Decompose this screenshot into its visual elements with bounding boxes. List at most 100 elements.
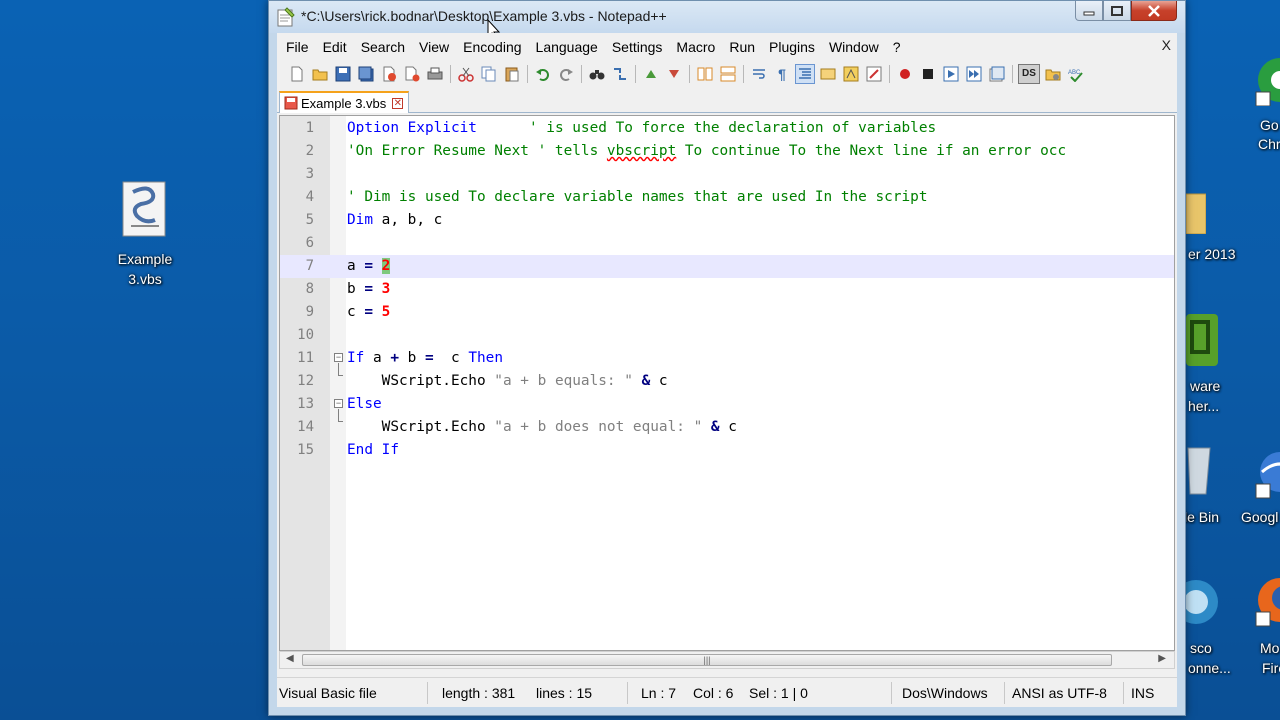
function-list-button[interactable] xyxy=(864,64,884,84)
menu-encoding[interactable]: Encoding xyxy=(456,33,528,61)
open-file-button[interactable] xyxy=(310,64,330,84)
code-line[interactable]: 11 If a + b = c Then xyxy=(280,347,1174,370)
code-text: WScript.Echo "a + b equals: " & c xyxy=(347,370,668,393)
recycle-bin-icon[interactable] xyxy=(1186,440,1214,496)
show-all-chars-button[interactable]: ¶ xyxy=(772,64,792,84)
menu-window[interactable]: Window xyxy=(822,33,886,61)
code-token: b xyxy=(347,281,365,297)
scroll-right-icon[interactable]: ▶ xyxy=(1158,653,1166,664)
word-wrap-button[interactable] xyxy=(749,64,769,84)
code-line[interactable]: 5 Dim a, b, c xyxy=(280,209,1174,232)
paste-button[interactable] xyxy=(502,64,522,84)
code-line[interactable]: 12 WScript.Echo "a + b equals: " & c xyxy=(280,370,1174,393)
play-macro-button[interactable] xyxy=(941,64,961,84)
close-button[interactable] xyxy=(1131,1,1177,21)
plugin-folder-button[interactable] xyxy=(1043,64,1063,84)
code-line[interactable]: 3 xyxy=(280,163,1174,186)
stop-macro-button[interactable] xyxy=(918,64,938,84)
menu-language[interactable]: Language xyxy=(529,33,605,61)
zoom-out-button[interactable] xyxy=(664,64,684,84)
code-area[interactable]: 1 Option Explicit ' is used To force the … xyxy=(280,116,1174,650)
undo-button[interactable] xyxy=(533,64,553,84)
code-token: a, b, c xyxy=(373,212,443,228)
chrome-icon[interactable] xyxy=(1254,56,1280,106)
binoculars-icon xyxy=(589,70,605,80)
replace-button[interactable] xyxy=(610,64,630,84)
record-macro-button[interactable] xyxy=(895,64,915,84)
close-file-button[interactable] xyxy=(379,64,399,84)
udl-button[interactable] xyxy=(818,64,838,84)
code-text: End If xyxy=(347,439,399,462)
fold-collapse-icon[interactable]: − xyxy=(334,353,343,362)
code-line[interactable]: 15 End If xyxy=(280,439,1174,462)
tab-example-3-vbs[interactable]: Example 3.vbs ✕ xyxy=(279,91,409,113)
status-lines: lines : 15 xyxy=(536,685,593,701)
cisco-icon[interactable] xyxy=(1186,572,1220,632)
google-earth-icon[interactable] xyxy=(1254,448,1280,504)
find-button[interactable] xyxy=(587,64,607,84)
save-macro-button[interactable] xyxy=(987,64,1007,84)
code-line[interactable]: 1 Option Explicit ' is used To force the … xyxy=(280,117,1174,140)
scroll-left-icon[interactable]: ◀ xyxy=(286,653,294,664)
code-line[interactable]: 6 xyxy=(280,232,1174,255)
code-line[interactable]: 10 xyxy=(280,324,1174,347)
code-text: ' Dim is used To declare variable names … xyxy=(347,186,927,209)
save-all-button[interactable] xyxy=(356,64,376,84)
code-line[interactable]: 8 b = 3 xyxy=(280,278,1174,301)
print-button[interactable] xyxy=(425,64,445,84)
vmware-icon[interactable] xyxy=(1186,312,1220,368)
menu-file[interactable]: File xyxy=(279,33,316,61)
desktop-label-chrome-1: Go xyxy=(1260,117,1279,133)
title-bar[interactable]: *C:\Users\rick.bodnar\Desktop\Example 3.… xyxy=(269,1,1185,41)
zoom-in-icon xyxy=(646,70,656,78)
spell-check-icon: ABC xyxy=(1068,70,1083,82)
code-token: vbscript xyxy=(606,143,677,159)
new-file-button[interactable] xyxy=(287,64,307,84)
code-editor[interactable]: 1 Option Explicit ' is used To force the … xyxy=(279,115,1175,651)
folder-icon[interactable] xyxy=(1186,186,1206,234)
indent-guide-button[interactable] xyxy=(795,64,815,84)
horizontal-scrollbar[interactable]: ◀ ||| ▶ xyxy=(279,651,1175,669)
menu-search[interactable]: Search xyxy=(354,33,412,61)
menu-view[interactable]: View xyxy=(412,33,456,61)
menu-macro[interactable]: Macro xyxy=(669,33,722,61)
code-line[interactable]: 4 ' Dim is used To declare variable names… xyxy=(280,186,1174,209)
close-document-button[interactable]: X xyxy=(1162,37,1171,53)
code-line[interactable]: 14 WScript.Echo "a + b does not equal: "… xyxy=(280,416,1174,439)
code-line[interactable]: 13 Else xyxy=(280,393,1174,416)
code-text: c = 5 xyxy=(347,301,390,324)
sync-vertical-icon xyxy=(697,67,713,81)
code-line[interactable]: 2 'On Error Resume Next ' tells vbscript … xyxy=(280,140,1174,163)
toolbar-separator xyxy=(635,65,636,83)
doc-map-button[interactable] xyxy=(841,64,861,84)
scroll-thumb[interactable]: ||| xyxy=(302,654,1112,666)
code-token: End If xyxy=(347,442,399,458)
notepadpp-app-icon[interactable] xyxy=(277,7,295,27)
desktop-icon-example-vbs[interactable]: Example 3.vbs xyxy=(100,180,190,289)
plugin-ds-button[interactable]: DS xyxy=(1018,64,1040,84)
menu-help[interactable]: ? xyxy=(886,33,908,61)
save-button[interactable] xyxy=(333,64,353,84)
spell-check-button[interactable]: ABC xyxy=(1066,64,1086,84)
fold-collapse-icon[interactable]: − xyxy=(334,399,343,408)
maximize-button[interactable] xyxy=(1103,1,1131,21)
zoom-in-button[interactable] xyxy=(641,64,661,84)
sync-vertical-button[interactable] xyxy=(695,64,715,84)
redo-button[interactable] xyxy=(556,64,576,84)
cut-button[interactable] xyxy=(456,64,476,84)
menu-edit[interactable]: Edit xyxy=(316,33,354,61)
sync-horizontal-button[interactable] xyxy=(718,64,738,84)
user-language-icon xyxy=(820,68,836,80)
code-text: WScript.Echo "a + b does not equal: " & … xyxy=(347,416,737,439)
tab-close-icon[interactable]: ✕ xyxy=(392,97,404,109)
close-all-button[interactable] xyxy=(402,64,422,84)
menu-settings[interactable]: Settings xyxy=(605,33,670,61)
code-line[interactable]: 9 c = 5 xyxy=(280,301,1174,324)
code-line[interactable]: 7 a = 2 xyxy=(280,255,1174,278)
firefox-icon[interactable] xyxy=(1254,576,1280,632)
run-macro-multiple-button[interactable] xyxy=(964,64,984,84)
menu-plugins[interactable]: Plugins xyxy=(762,33,822,61)
minimize-button[interactable] xyxy=(1075,1,1103,21)
menu-run[interactable]: Run xyxy=(722,33,762,61)
copy-button[interactable] xyxy=(479,64,499,84)
